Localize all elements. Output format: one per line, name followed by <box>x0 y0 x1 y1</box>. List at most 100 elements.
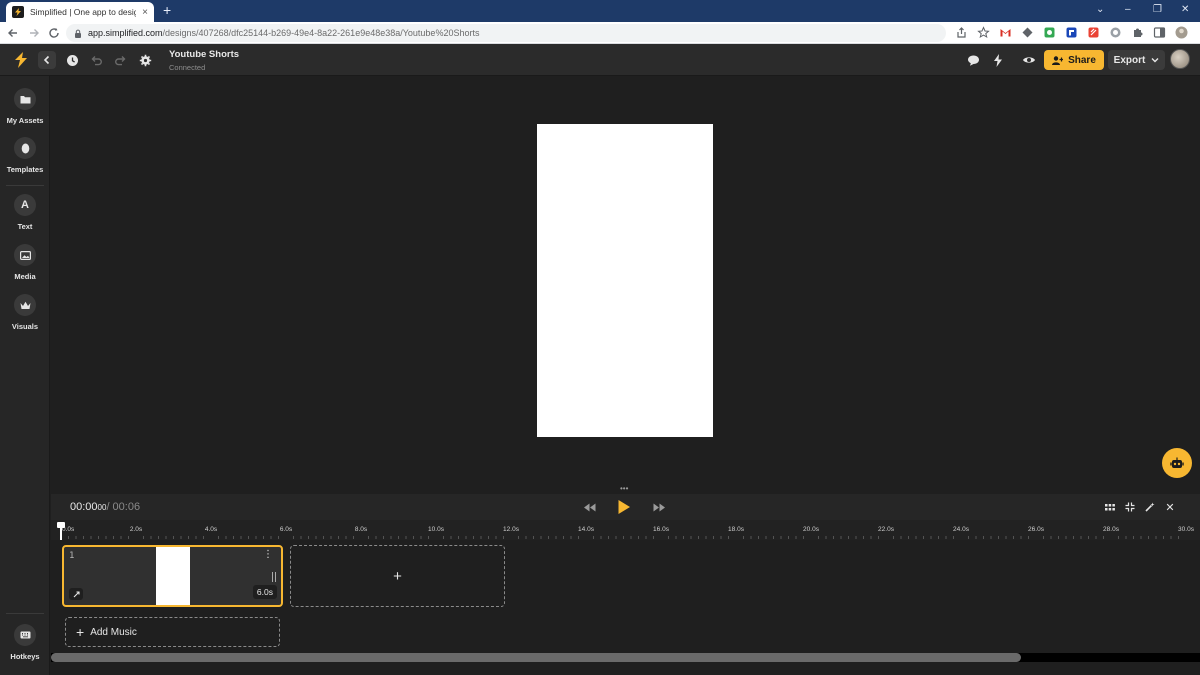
scene-thumbnail <box>156 547 190 605</box>
play-icon[interactable] <box>617 499 631 515</box>
sidebar-item-hotkeys[interactable]: Hotkeys <box>0 624 50 661</box>
bottom-strip <box>51 662 1200 675</box>
timeline-horizontal-scrollbar[interactable] <box>51 653 1200 662</box>
extension-red-icon[interactable] <box>1087 26 1100 39</box>
sidebar-divider <box>6 613 44 614</box>
tab-close-icon[interactable]: × <box>142 7 148 18</box>
add-music-button[interactable]: + Add Music <box>65 617 280 647</box>
crown-icon <box>14 294 36 316</box>
scrollbar-thumb[interactable] <box>51 653 1021 662</box>
sidebar-item-templates[interactable]: Templates <box>0 137 50 174</box>
ruler-tick-label: 28.0s <box>1103 526 1119 533</box>
scene-resize-handle[interactable] <box>272 572 276 582</box>
close-timeline-icon[interactable]: ✕ <box>1164 501 1176 514</box>
rewind-icon[interactable] <box>583 499 596 515</box>
url-host: app.simplified.com <box>88 28 163 38</box>
left-sidebar: My Assets Templates A Text Media Visuals… <box>0 76 50 675</box>
ruler-tick-label: 18.0s <box>728 526 744 533</box>
browser-address-bar: app.simplified.com/designs/407268/dfc251… <box>0 22 1200 44</box>
extensions-puzzle-icon[interactable] <box>1131 26 1144 39</box>
grid-view-icon[interactable] <box>1104 501 1116 513</box>
export-button[interactable]: Export <box>1108 50 1165 70</box>
ruler-tick-label: 16.0s <box>653 526 669 533</box>
current-time: 00:00 <box>70 501 98 513</box>
ruler-tick-label: 2.0s <box>129 526 143 533</box>
lock-icon <box>75 29 81 38</box>
reload-icon[interactable] <box>47 26 61 40</box>
ruler-tick-label: 24.0s <box>953 526 969 533</box>
document-title[interactable]: Youtube Shorts <box>169 49 239 60</box>
artboard[interactable] <box>537 124 713 437</box>
side-panel-icon[interactable] <box>1153 26 1166 39</box>
chevron-down-icon <box>1151 58 1159 63</box>
share-label: Share <box>1068 54 1096 66</box>
close-window-button[interactable]: ✕ <box>1181 3 1189 17</box>
ruler-tick-label: 6.0s <box>279 526 293 533</box>
forward-arrow-icon[interactable] <box>27 26 41 40</box>
new-tab-button[interactable]: + <box>163 3 171 17</box>
tab-title: Simplified | One app to design, c <box>30 7 136 17</box>
scene-number: 1 <box>69 551 75 561</box>
ruler-tick-label: 30.0s <box>1178 526 1194 533</box>
folder-icon <box>14 88 36 110</box>
sidebar-item-my-assets[interactable]: My Assets <box>0 88 50 125</box>
time-readout: 00:0000/ 00:06 <box>70 501 140 513</box>
more-options-icon[interactable]: ⋮ <box>263 550 273 560</box>
sidebar-item-visuals[interactable]: Visuals <box>0 294 50 331</box>
timeline-controls: 00:0000/ 00:06 ✕ <box>51 494 1200 520</box>
ruler-tick-label: 14.0s <box>578 526 594 533</box>
sidebar-item-label: My Assets <box>6 116 44 125</box>
ruler-tick-label: 10.0s <box>428 526 444 533</box>
timeline-ruler[interactable]: 0.0s 2.0s 4.0s 6.0s 8.0s 10.0s 12.0s 14.0s 16.0s… <box>51 520 1200 540</box>
fast-forward-icon[interactable] <box>653 499 666 515</box>
ruler-tick-label: 20.0s <box>803 526 819 533</box>
ai-assistant-button[interactable] <box>1162 448 1192 478</box>
simplified-logo-icon[interactable] <box>12 51 30 69</box>
tab-search-icon[interactable]: ⌄ <box>1096 3 1104 17</box>
magic-wand-icon[interactable] <box>1144 501 1156 513</box>
design-canvas[interactable] <box>51 76 1200 486</box>
sidebar-item-media[interactable]: Media <box>0 244 50 281</box>
sidebar-item-label: Hotkeys <box>10 652 40 661</box>
redo-icon[interactable] <box>111 51 129 69</box>
undo-icon[interactable] <box>87 51 105 69</box>
scene-clip[interactable]: 1 ⋮ 6.0s <box>62 545 283 607</box>
scene-duration: 6.0s <box>252 585 277 599</box>
restore-button[interactable]: ❐ <box>1153 3 1162 17</box>
ai-lightning-icon[interactable] <box>989 51 1007 69</box>
profile-avatar-icon[interactable] <box>1175 26 1188 39</box>
share-button[interactable]: Share <box>1044 50 1104 70</box>
ruler-tick-label: 4.0s <box>204 526 218 533</box>
extension-diamond-icon[interactable] <box>1021 26 1034 39</box>
minimize-button[interactable]: – <box>1125 3 1131 17</box>
export-label: Export <box>1113 54 1146 66</box>
gmail-icon[interactable] <box>999 26 1012 39</box>
extension-blue-icon[interactable] <box>1065 26 1078 39</box>
extension-icons <box>955 26 1200 39</box>
sidebar-item-text[interactable]: A Text <box>0 194 50 231</box>
keyboard-icon <box>14 624 36 646</box>
url-field[interactable]: app.simplified.com/designs/407268/dfc251… <box>66 24 946 42</box>
add-scene-button[interactable]: + <box>290 545 505 607</box>
sidebar-divider <box>6 185 44 186</box>
browser-tab[interactable]: Simplified | One app to design, c × <box>6 2 154 22</box>
back-button[interactable] <box>38 51 56 69</box>
total-time: / 00:06 <box>106 501 141 513</box>
history-clock-icon[interactable] <box>63 51 81 69</box>
timeline-resize-handle[interactable]: ••• <box>620 485 628 493</box>
app-toolbar: Youtube Shorts Connected Share Export <box>0 44 1200 76</box>
add-user-icon <box>1052 55 1064 65</box>
bookmark-star-icon[interactable] <box>977 26 990 39</box>
back-arrow-icon[interactable] <box>6 26 20 40</box>
settings-gear-icon[interactable] <box>136 51 154 69</box>
plus-icon: + <box>393 567 402 585</box>
share-page-icon[interactable] <box>955 26 968 39</box>
user-avatar[interactable] <box>1170 49 1190 69</box>
extension-green-icon[interactable] <box>1043 26 1056 39</box>
fit-timeline-icon[interactable] <box>1124 501 1136 513</box>
extension-gray-icon[interactable] <box>1109 26 1122 39</box>
transition-link-icon[interactable] <box>69 588 83 600</box>
ruler-tick-label: 12.0s <box>503 526 519 533</box>
comments-icon[interactable] <box>964 51 982 69</box>
preview-eye-icon[interactable] <box>1020 51 1038 69</box>
